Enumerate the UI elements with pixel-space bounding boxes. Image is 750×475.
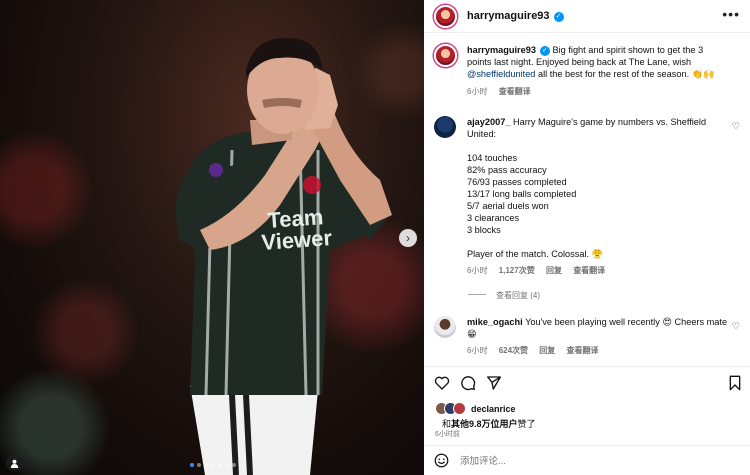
avatar[interactable] bbox=[434, 5, 457, 28]
replies-divider bbox=[468, 294, 486, 295]
chevron-right-icon: › bbox=[406, 231, 410, 245]
stat-line: 3 blocks bbox=[467, 225, 501, 235]
comment-closing: Player of the match. Colossal. 😤 bbox=[467, 249, 604, 259]
stat-line: 82% pass accuracy bbox=[467, 165, 547, 175]
tagged-users-button[interactable] bbox=[6, 455, 22, 471]
carousel-dot bbox=[232, 463, 236, 467]
carousel-dot bbox=[197, 463, 201, 467]
comment-likes[interactable]: 624次赞 bbox=[499, 346, 528, 355]
comment-username[interactable]: ajay2007_ bbox=[467, 117, 510, 127]
caption-text-end: all the best for the rest of the season.… bbox=[535, 69, 715, 79]
comment-input[interactable] bbox=[460, 453, 700, 469]
avatar[interactable] bbox=[453, 402, 466, 415]
next-image-button[interactable]: › bbox=[399, 229, 417, 247]
more-horizontal-icon[interactable]: ••• bbox=[722, 6, 740, 22]
heart-icon[interactable]: ♡ bbox=[732, 321, 740, 332]
carousel-indicator bbox=[190, 463, 236, 467]
avatar[interactable] bbox=[434, 316, 456, 338]
post-timestamp[interactable]: 6小时前 bbox=[435, 429, 460, 439]
carousel-dot bbox=[225, 463, 229, 467]
comment-time: 6小时 bbox=[467, 266, 488, 275]
avatar[interactable] bbox=[434, 44, 457, 67]
comment-time: 6小时 bbox=[467, 346, 488, 355]
carousel-dot-active bbox=[190, 463, 194, 467]
post-details-panel: harrymaguire93 ✓ ••• harrymaguire93 ✓ Big … bbox=[424, 0, 750, 475]
sponsor-text-2: Viewer bbox=[261, 225, 334, 255]
avatar[interactable] bbox=[434, 116, 456, 138]
liker-avatars bbox=[435, 402, 469, 416]
caption-username[interactable]: harrymaguire93 bbox=[467, 45, 536, 55]
likes-others-link[interactable]: 其他9.8万位用户 bbox=[451, 419, 518, 429]
carousel-dot bbox=[204, 463, 208, 467]
header-username[interactable]: harrymaguire93 bbox=[467, 10, 550, 22]
likes-suffix: 赞了 bbox=[517, 419, 536, 429]
carousel-dot bbox=[218, 463, 222, 467]
verified-badge-icon: ✓ bbox=[539, 46, 550, 56]
view-replies-button[interactable]: 查看回复 (4) bbox=[468, 290, 540, 301]
stat-line: 104 touches bbox=[467, 153, 518, 163]
stat-line: 13/17 long balls completed bbox=[467, 189, 577, 199]
comments-list[interactable]: harrymaguire93 ✓ Big fight and spirit sho… bbox=[424, 34, 750, 366]
smiley-icon[interactable] bbox=[434, 453, 449, 468]
post-header: harrymaguire93 ✓ ••• bbox=[424, 0, 750, 33]
comment-translate-link[interactable]: 查看翻译 bbox=[573, 266, 605, 275]
user-icon bbox=[10, 459, 18, 468]
comment-username[interactable]: mike_ogachi bbox=[467, 317, 523, 327]
player-photo: Team Viewer bbox=[176, 37, 392, 475]
post-image[interactable]: Team Viewer › bbox=[0, 0, 424, 475]
caption-translate-link[interactable]: 查看翻译 bbox=[499, 87, 531, 96]
add-comment-bar bbox=[424, 445, 750, 475]
comment-stats: 104 touches 82% pass accuracy 76/93 pass… bbox=[467, 152, 729, 236]
likes-prefix: 和 bbox=[442, 419, 452, 429]
action-bar: declanrice 和其他9.8万位用户赞了 6小时前 bbox=[424, 366, 750, 474]
reply-button[interactable]: 回复 bbox=[539, 346, 555, 355]
stat-line: 76/93 passes completed bbox=[467, 177, 567, 187]
view-replies-label[interactable]: 查看回复 (4) bbox=[496, 291, 540, 300]
bookmark-icon[interactable] bbox=[728, 375, 742, 391]
carousel-dot bbox=[211, 463, 215, 467]
reply-button[interactable]: 回复 bbox=[546, 266, 562, 275]
verified-badge-icon: ✓ bbox=[553, 12, 564, 22]
comment-icon[interactable] bbox=[460, 375, 476, 391]
stat-line: 5/7 aerial duels won bbox=[467, 201, 549, 211]
comment-translate-link[interactable]: 查看翻译 bbox=[567, 346, 599, 355]
heart-icon[interactable] bbox=[434, 375, 450, 391]
stat-line: 3 clearances bbox=[467, 213, 520, 223]
send-icon[interactable] bbox=[486, 375, 502, 391]
comment-likes[interactable]: 1,127次赞 bbox=[499, 266, 535, 275]
caption-time: 6小时 bbox=[467, 87, 488, 96]
caption-mention-link[interactable]: @sheffieldunited bbox=[467, 69, 535, 79]
heart-icon[interactable]: ♡ bbox=[732, 121, 740, 132]
liked-by-username[interactable]: declanrice bbox=[471, 404, 516, 414]
